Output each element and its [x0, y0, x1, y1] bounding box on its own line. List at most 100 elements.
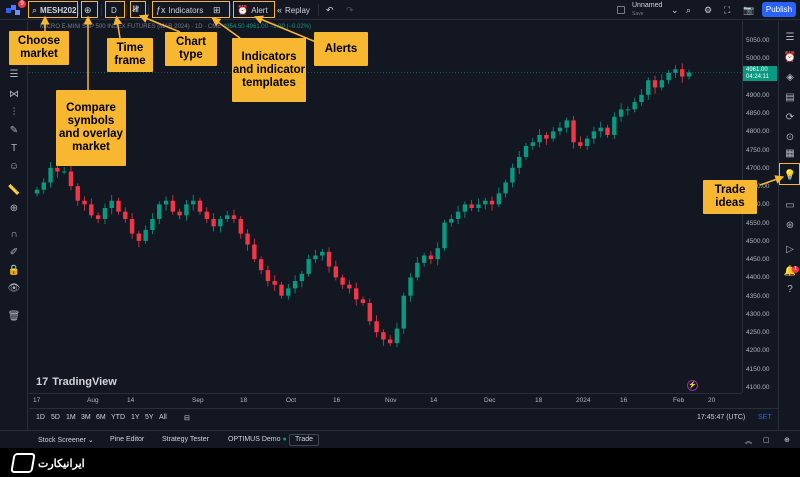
clock-display[interactable]: 17:45:47 (UTC)	[697, 414, 745, 421]
candle-body	[537, 134, 542, 143]
streams-icon[interactable]: ⊛	[783, 219, 797, 232]
calendar-icon[interactable]: ▦	[783, 147, 797, 160]
tab-optimus[interactable]: OPTIMUS Demo ●	[228, 436, 287, 443]
replay-button[interactable]: « Replay	[277, 3, 310, 17]
highlight-chart-type	[130, 1, 146, 18]
notification-dot: 1	[792, 266, 799, 273]
fullscreen-icon: ⛶	[724, 4, 731, 15]
snapshot-button[interactable]: 📷	[743, 3, 754, 17]
forecast-icon[interactable]: ⫶	[7, 107, 21, 119]
panel-settings-icon[interactable]: ⊕	[784, 436, 790, 444]
time-tick-label: 20	[708, 397, 716, 404]
brand-name: ایرانیکارت	[38, 457, 85, 470]
tab-pine-editor[interactable]: Pine Editor	[110, 436, 144, 443]
candle-body	[476, 204, 481, 209]
news-icon[interactable]: ⊙	[783, 131, 797, 144]
replay-label: Replay	[285, 5, 310, 15]
range-button[interactable]: 3M	[81, 414, 91, 421]
settings-button[interactable]: ⚙	[704, 3, 712, 17]
undo-icon: ↶	[326, 4, 334, 15]
candle-body	[639, 94, 644, 103]
tab-stock-screener[interactable]: Stock Screener ⌄	[38, 436, 94, 444]
candle-body	[299, 273, 305, 282]
candle-body	[455, 211, 461, 219]
rewind-icon: «	[277, 5, 283, 15]
highlight-ideas	[779, 163, 800, 185]
candle-body	[666, 72, 671, 81]
range-button[interactable]: 1D	[36, 414, 45, 421]
ruler-icon[interactable]: 📏	[7, 185, 21, 197]
watermark-text: TradingView	[52, 376, 117, 388]
play-icon[interactable]: ▷	[783, 243, 797, 256]
layout-name-button[interactable]: Unnamed Save	[632, 2, 662, 18]
range-button[interactable]: 1Y	[131, 414, 140, 421]
range-button[interactable]: 1M	[66, 414, 76, 421]
publish-button[interactable]: Publish	[762, 2, 796, 17]
candle-body	[517, 156, 522, 168]
candle-body	[584, 138, 590, 146]
candle-body	[360, 299, 366, 303]
layers-icon[interactable]: ◈	[783, 71, 797, 84]
layout-menu-button[interactable]: ⌄	[671, 3, 679, 17]
lightning-icon[interactable]: ⚡	[687, 380, 698, 391]
trash-icon[interactable]: 🗑	[7, 311, 21, 323]
candle-body	[157, 204, 162, 219]
undo-button[interactable]: ↶	[326, 3, 334, 17]
chat-icon[interactable]: ▭	[783, 199, 797, 212]
candle-body	[530, 142, 535, 146]
lock-icon[interactable]: 🔒	[7, 265, 21, 277]
candle-body	[503, 182, 508, 194]
fullscreen-button[interactable]: ⛶	[724, 3, 730, 17]
hotlists-icon[interactable]: ⟳	[783, 111, 797, 124]
layout-checkbox[interactable]	[617, 6, 625, 14]
candle-body	[238, 218, 243, 234]
range-button[interactable]: YTD	[111, 414, 125, 421]
candle-body	[612, 116, 617, 135]
eye-icon[interactable]: 👁	[7, 283, 21, 295]
candle-body	[673, 69, 678, 73]
range-button[interactable]: 5Y	[145, 414, 154, 421]
session-setting[interactable]: SET	[758, 414, 772, 421]
highlight-indicators	[152, 1, 230, 18]
candle-body	[218, 218, 223, 227]
candle-body	[286, 288, 291, 296]
candle-body	[68, 171, 74, 187]
candle-body	[483, 200, 488, 205]
date-range-icon[interactable]: ⊟	[184, 414, 190, 422]
quick-search-button[interactable]: ⌕	[686, 3, 691, 17]
range-button[interactable]: 5D	[51, 414, 60, 421]
redo-button[interactable]: ↷	[346, 3, 354, 17]
help-icon[interactable]: ?	[783, 283, 797, 296]
alerts-panel-icon[interactable]: ⏰	[783, 51, 797, 64]
fib-retracement-icon[interactable]: ☰	[7, 69, 21, 81]
time-tick-label: 18	[240, 397, 248, 404]
tab-optimus-label: OPTIMUS Demo	[228, 436, 281, 443]
candle-body	[605, 127, 610, 135]
candle-body	[632, 102, 637, 110]
candle-body	[421, 255, 427, 263]
candle-body	[618, 109, 624, 117]
candle-body	[211, 218, 216, 227]
main-chart[interactable]	[29, 21, 742, 393]
candle-body	[306, 259, 311, 274]
magnet-icon[interactable]: ∩	[7, 229, 21, 241]
range-button[interactable]: All	[159, 414, 167, 421]
candle-body	[367, 302, 372, 322]
bar-countdown: 04:24:11	[746, 74, 769, 80]
trade-button[interactable]: Trade	[289, 434, 319, 446]
emoji-icon[interactable]: ☺	[7, 161, 21, 173]
candle-body	[591, 131, 597, 139]
tab-strategy-tester[interactable]: Strategy Tester	[162, 436, 209, 443]
brush-icon[interactable]: ✎	[7, 125, 21, 137]
maximize-panel-button[interactable]: ▢	[763, 436, 770, 444]
zoom-in-icon[interactable]: ⊕	[7, 203, 21, 215]
text-icon[interactable]: T	[7, 143, 21, 155]
range-button[interactable]: 6M	[96, 414, 106, 421]
watchlist-icon[interactable]: ☰	[783, 31, 797, 44]
price-tick-label: 4200.00	[746, 347, 770, 355]
stay-drawing-icon[interactable]: ✐	[7, 247, 21, 259]
pattern-icon[interactable]: ⋈	[7, 89, 21, 101]
collapse-panel-button[interactable]: ︽	[745, 436, 752, 446]
candle-body	[326, 251, 332, 267]
data-window-icon[interactable]: ▤	[783, 91, 797, 104]
